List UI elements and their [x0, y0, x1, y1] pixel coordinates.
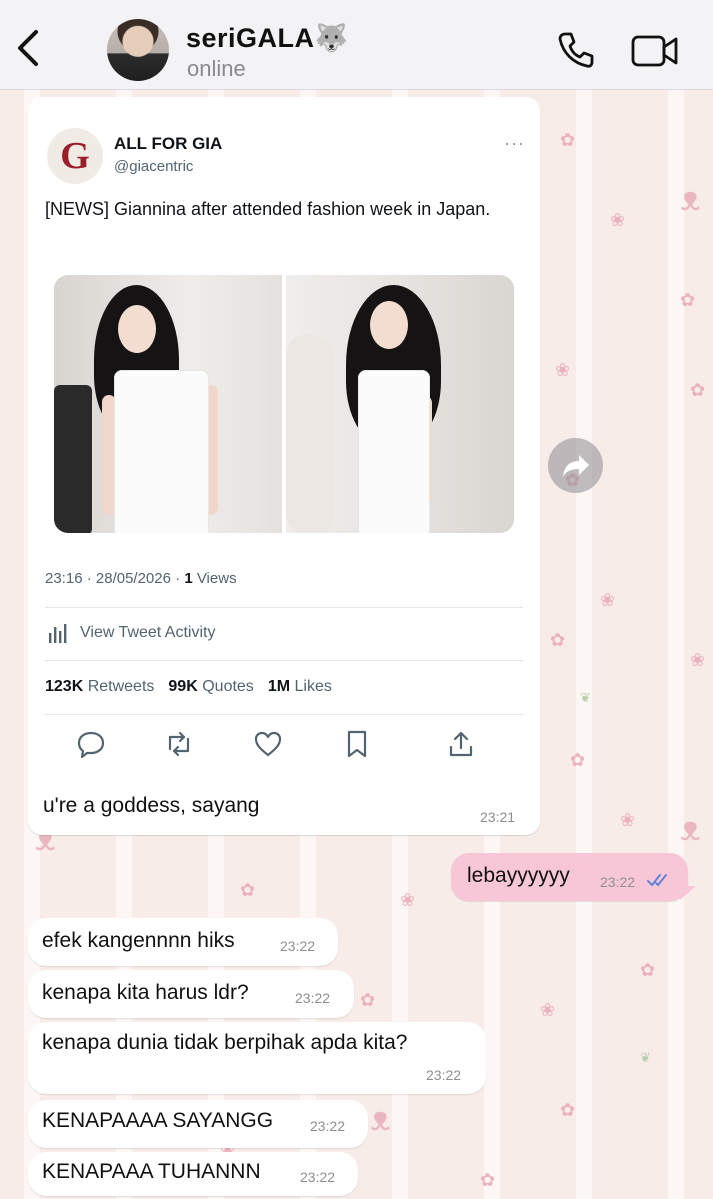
phone-call-icon[interactable] [556, 30, 596, 70]
message-time: 23:22 [300, 1169, 336, 1185]
rose-pattern: ✿ [240, 880, 256, 900]
rose-pattern: ✿ [360, 990, 376, 1010]
tweet-divider [45, 660, 523, 661]
rose-pattern: ❀ [555, 360, 571, 380]
message-time: 23:22 [310, 1118, 346, 1134]
incoming-message[interactable]: kenapa kita harus ldr? 23:22 [28, 970, 354, 1018]
tweet-more-icon[interactable]: ··· [504, 133, 525, 154]
message-time: 23:22 [280, 938, 316, 954]
contact-name[interactable]: seriGALA🐺 [186, 22, 349, 54]
message-text: KENAPAAAA SAYANGG [42, 1109, 274, 1132]
outgoing-message[interactable]: lebayyyyyy 23:22 [451, 853, 688, 901]
leaf-pattern: ❦ [580, 690, 591, 705]
incoming-message[interactable]: efek kangennnn hiks 23:22 [28, 918, 338, 966]
rose-pattern: ❀ [690, 650, 706, 670]
forwarded-tweet-message[interactable]: G ALL FOR GIA @giacentric ··· [NEWS] Gia… [28, 97, 540, 835]
quotes-stat[interactable]: 99K Quotes [168, 678, 253, 696]
ribbon-bow-pattern: ᴥ [680, 180, 701, 218]
tweet-stats: 123K Retweets 99K Quotes 1M Likes [45, 678, 332, 696]
rose-pattern: ✿ [640, 960, 656, 980]
tweet-meta: 23:16 · 28/05/2026 · 1 Views [45, 570, 237, 587]
video-call-icon[interactable] [631, 34, 679, 68]
rose-pattern: ✿ [480, 1170, 496, 1190]
tweet-photo-1[interactable] [54, 275, 282, 533]
rose-pattern: ✿ [680, 290, 696, 310]
retweet-icon[interactable] [164, 729, 194, 759]
rose-pattern: ❀ [600, 590, 616, 610]
reply-icon[interactable] [76, 729, 106, 759]
message-time: 23:22 [295, 990, 331, 1006]
forward-button[interactable] [548, 438, 603, 493]
rose-pattern: ✿ [560, 130, 576, 150]
contact-status: online [187, 56, 246, 81]
tweet-media[interactable] [54, 275, 514, 533]
ribbon-bow-pattern: ᴥ [680, 810, 701, 848]
likes-stat[interactable]: 1M Likes [268, 678, 332, 696]
rose-pattern: ✿ [560, 1100, 576, 1120]
rose-pattern: ❀ [610, 210, 626, 230]
bar-chart-icon [49, 624, 67, 643]
like-heart-icon[interactable] [253, 729, 283, 759]
tweet-account-handle[interactable]: @giacentric [114, 158, 193, 175]
message-text: kenapa dunia tidak berpihak apda kita? [42, 1031, 408, 1054]
back-arrow-icon[interactable] [14, 28, 44, 68]
message-text: kenapa kita harus ldr? [42, 981, 249, 1004]
tweet-account-name[interactable]: ALL FOR GIA [114, 134, 222, 154]
tweet-text: [NEWS] Giannina after attended fashion w… [45, 199, 491, 219]
message-text: efek kangennnn hiks [42, 929, 235, 952]
tweet-divider [45, 607, 523, 608]
read-receipt-icon [647, 874, 667, 887]
rose-pattern: ✿ [570, 750, 586, 770]
view-tweet-activity-link[interactable]: View Tweet Activity [48, 623, 215, 643]
forward-arrow-icon [562, 454, 589, 477]
ribbon-bow-pattern: ᴥ [370, 1100, 391, 1138]
bubble-tail [680, 886, 696, 900]
tweet-actions [76, 729, 476, 759]
share-icon[interactable] [446, 729, 476, 759]
bookmark-icon[interactable] [342, 729, 372, 759]
rose-pattern: ✿ [550, 630, 566, 650]
message-text: u're a goddess, sayang [43, 794, 260, 817]
incoming-message[interactable]: KENAPAAAA SAYANGG 23:22 [28, 1100, 368, 1148]
chat-header: seriGALA🐺 online [0, 0, 713, 90]
tweet-photo-2[interactable] [286, 275, 514, 533]
message-text: KENAPAAA TUHANNN [42, 1160, 261, 1183]
rose-pattern: ✿ [690, 380, 706, 400]
contact-avatar[interactable] [107, 19, 169, 81]
tweet-account-avatar[interactable]: G [47, 128, 103, 184]
incoming-message[interactable]: kenapa dunia tidak berpihak apda kita? 2… [28, 1022, 486, 1094]
message-time: 23:22 [600, 874, 636, 890]
rose-pattern: ❀ [620, 810, 636, 830]
message-time: 23:21 [480, 809, 516, 825]
incoming-message[interactable]: KENAPAAA TUHANNN 23:22 [28, 1152, 358, 1196]
message-text: lebayyyyyy [467, 864, 570, 887]
leaf-pattern: ❦ [640, 1050, 651, 1065]
retweets-stat[interactable]: 123K Retweets [45, 678, 154, 696]
message-time: 23:22 [426, 1067, 462, 1083]
rose-pattern: ❀ [400, 890, 416, 910]
tweet-divider [45, 714, 523, 715]
rose-pattern: ❀ [540, 1000, 556, 1020]
wolf-emoji-icon: 🐺 [314, 23, 349, 53]
